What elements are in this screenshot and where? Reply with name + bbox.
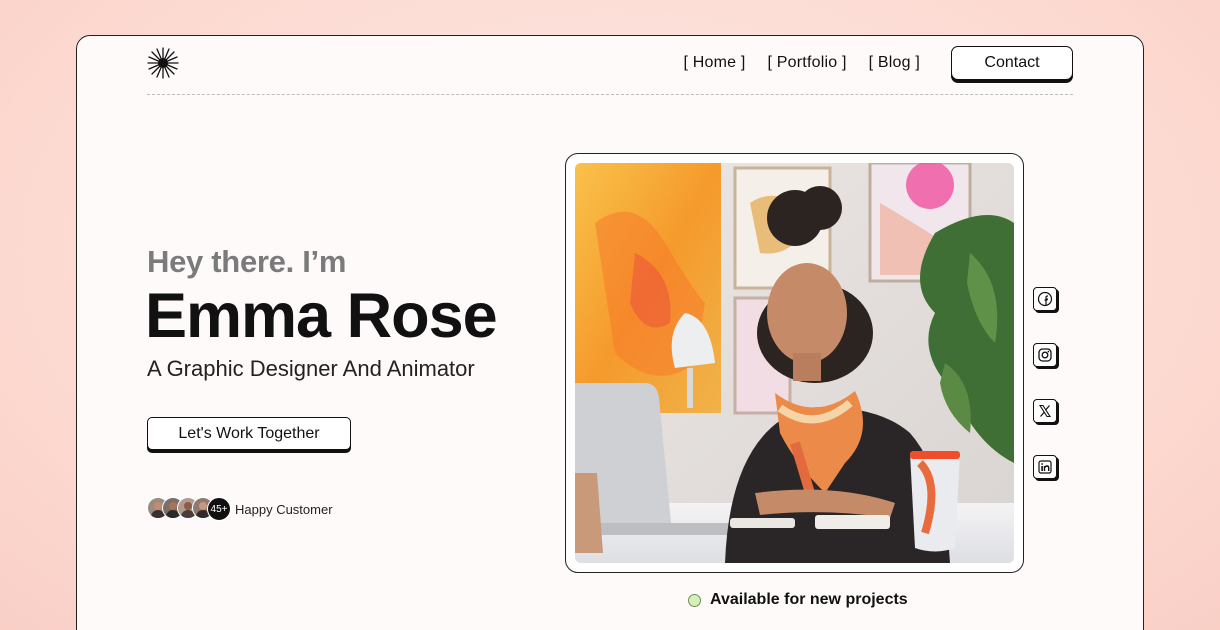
header-divider: [147, 94, 1073, 95]
status-dot-icon: [688, 593, 701, 607]
availability-label: Available for new projects: [710, 591, 908, 608]
hero-greeting: Hey there. I’m: [147, 244, 347, 279]
x-icon[interactable]: [1033, 399, 1057, 423]
page-frame: [ Home ] [ Portfolio ] [ Blog ] Contact …: [76, 35, 1144, 630]
customers-count-badge: 45+: [207, 497, 231, 521]
work-together-button[interactable]: Let's Work Together: [147, 417, 351, 450]
availability-status: Available for new projects: [688, 591, 908, 609]
customers-label: Happy Customer: [235, 501, 333, 517]
customer-avatars: 45+: [147, 497, 231, 521]
nav-link-portfolio[interactable]: [ Portfolio ]: [768, 54, 847, 72]
nav-link-blog[interactable]: [ Blog ]: [869, 54, 920, 72]
facebook-icon[interactable]: [1033, 287, 1057, 311]
contact-button[interactable]: Contact: [951, 46, 1073, 80]
starburst-logo-icon[interactable]: [147, 47, 179, 79]
portrait-photo: [575, 161, 1014, 563]
portrait-card: [565, 153, 1024, 573]
social-links: [1033, 287, 1057, 511]
hero-name: Emma Rose: [145, 281, 498, 351]
hero-role: A Graphic Designer And Animator: [147, 356, 475, 381]
main-nav: [ Home ] [ Portfolio ] [ Blog ] Contact: [683, 46, 1073, 80]
happy-customers: 45+ Happy Customer: [147, 497, 333, 521]
instagram-icon[interactable]: [1033, 343, 1057, 367]
linkedin-icon[interactable]: [1033, 455, 1057, 479]
nav-link-home[interactable]: [ Home ]: [683, 54, 745, 72]
